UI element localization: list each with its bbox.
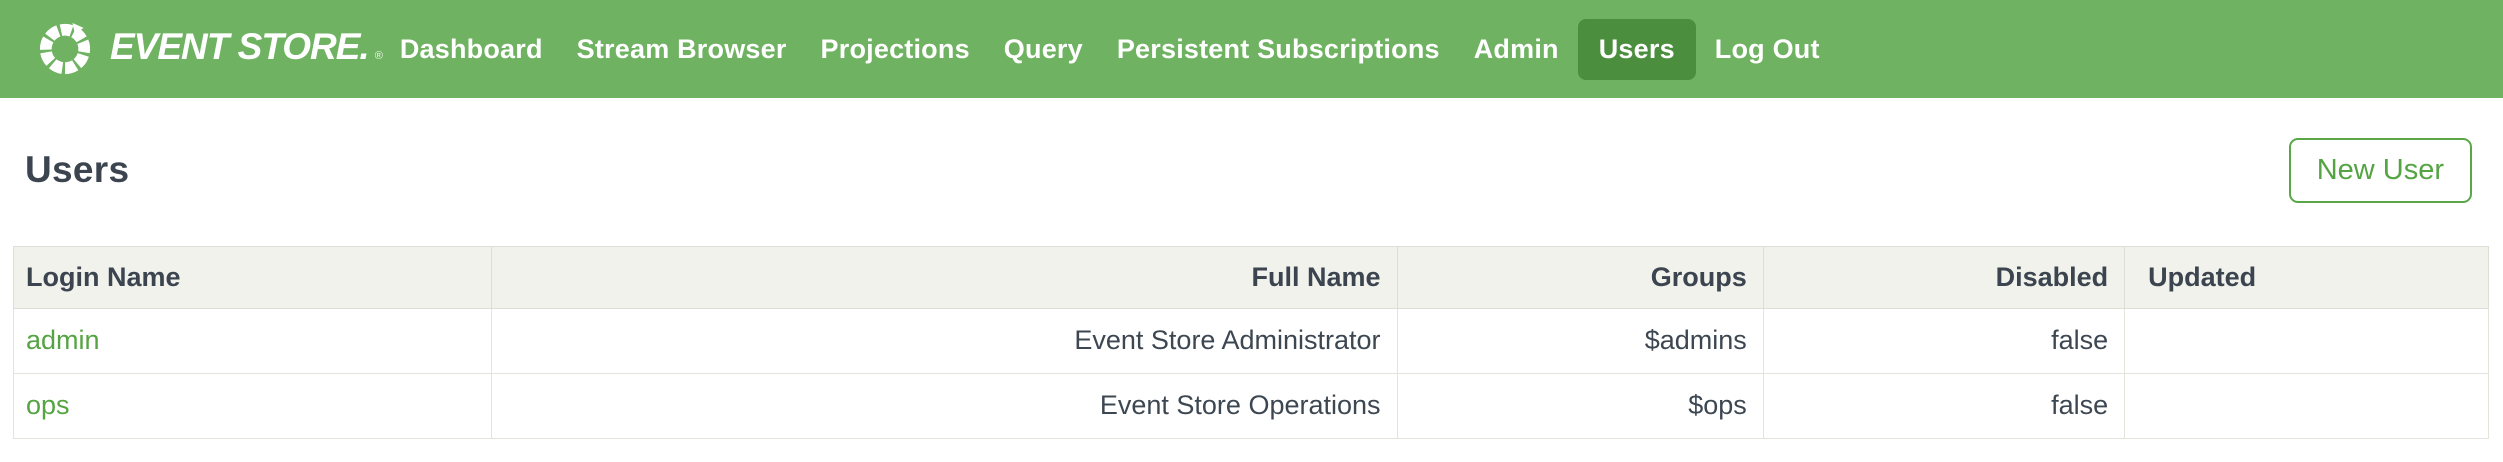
user-link-admin[interactable]: admin xyxy=(26,325,100,355)
column-header-full-name: Full Name xyxy=(491,246,1397,308)
nav-item-log-out[interactable]: Log Out xyxy=(1698,19,1837,80)
aperture-shutter-icon xyxy=(34,18,96,80)
cell-login-name: ops xyxy=(14,373,492,438)
nav-item-query[interactable]: Query xyxy=(987,19,1100,80)
user-link-ops[interactable]: ops xyxy=(26,390,70,420)
logo-wordmark: EVENT STORE. xyxy=(110,26,369,68)
event-store-logo[interactable]: EVENT STORE. ® xyxy=(34,18,383,80)
nav-item-dashboard[interactable]: Dashboard xyxy=(383,19,560,80)
cell-groups: $ops xyxy=(1397,373,1763,438)
column-header-disabled: Disabled xyxy=(1763,246,2124,308)
users-page: Users New User Login Name Full Name Grou… xyxy=(0,138,2503,439)
nav-item-users[interactable]: Users xyxy=(1578,19,1696,80)
table-row-admin: admin Event Store Administrator $admins … xyxy=(14,308,2489,373)
main-nav: Dashboard Stream Browser Projections Que… xyxy=(383,19,1837,80)
cell-updated xyxy=(2125,308,2489,373)
page-header: Users New User xyxy=(13,138,2489,203)
users-table: Login Name Full Name Groups Disabled Upd… xyxy=(13,246,2489,439)
nav-item-stream-browser[interactable]: Stream Browser xyxy=(560,19,804,80)
column-header-updated: Updated xyxy=(2125,246,2489,308)
top-navigation-bar: EVENT STORE. ® Dashboard Stream Browser … xyxy=(0,0,2503,98)
column-header-groups: Groups xyxy=(1397,246,1763,308)
page-title: Users xyxy=(25,149,129,191)
cell-disabled: false xyxy=(1763,373,2124,438)
cell-updated xyxy=(2125,373,2489,438)
users-table-header-row: Login Name Full Name Groups Disabled Upd… xyxy=(14,246,2489,308)
column-header-login-name: Login Name xyxy=(14,246,492,308)
table-row-ops: ops Event Store Operations $ops false xyxy=(14,373,2489,438)
nav-item-persistent-subscriptions[interactable]: Persistent Subscriptions xyxy=(1100,19,1457,80)
cell-login-name: admin xyxy=(14,308,492,373)
cell-groups: $admins xyxy=(1397,308,1763,373)
nav-item-admin[interactable]: Admin xyxy=(1457,19,1576,80)
cell-full-name: Event Store Administrator xyxy=(491,308,1397,373)
cell-full-name: Event Store Operations xyxy=(491,373,1397,438)
new-user-button[interactable]: New User xyxy=(2289,138,2472,203)
trademark-symbol: ® xyxy=(375,50,383,62)
cell-disabled: false xyxy=(1763,308,2124,373)
nav-item-projections[interactable]: Projections xyxy=(804,19,987,80)
